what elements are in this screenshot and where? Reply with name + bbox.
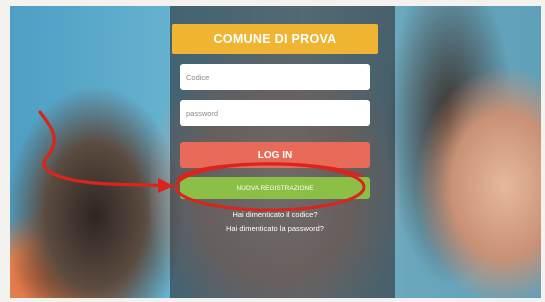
municipality-title: COMUNE DI PROVA <box>172 24 378 54</box>
forgot-code-link[interactable]: Hai dimenticato il codice? <box>172 210 378 219</box>
forgot-password-link[interactable]: Hai dimenticato la password? <box>172 224 378 233</box>
new-registration-button[interactable]: NUOVA REGISTRAZIONE <box>180 177 370 199</box>
login-panel: COMUNE DI PROVA LOG IN NUOVA REGISTRAZIO… <box>172 24 378 298</box>
login-button[interactable]: LOG IN <box>180 142 370 168</box>
password-input[interactable] <box>180 100 370 126</box>
codice-input[interactable] <box>180 64 370 90</box>
